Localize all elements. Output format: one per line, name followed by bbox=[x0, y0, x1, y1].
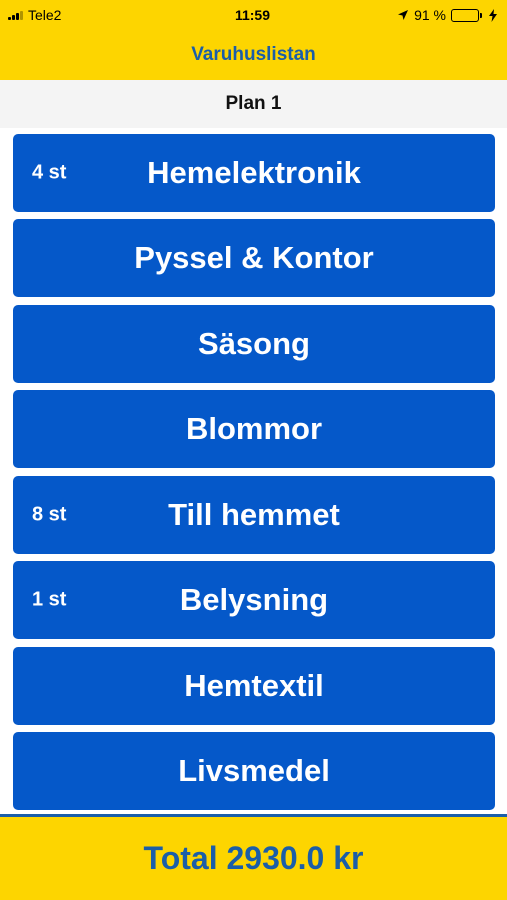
category-button-livsmedel[interactable]: Livsmedel bbox=[13, 732, 495, 810]
category-label: Hemtextil bbox=[184, 668, 324, 703]
status-bar: Tele2 11:59 91 % bbox=[0, 0, 507, 30]
carrier-name: Tele2 bbox=[28, 7, 62, 23]
category-count: 4 st bbox=[32, 161, 67, 184]
category-label: Till hemmet bbox=[168, 497, 340, 532]
charging-bolt-icon bbox=[488, 8, 497, 22]
navigation-bar: Varuhuslistan bbox=[0, 30, 507, 80]
status-bar-right: 91 % bbox=[337, 7, 497, 23]
category-label: Belysning bbox=[179, 582, 329, 617]
signal-icon bbox=[8, 10, 23, 20]
total-amount: Total 2930.0 kr bbox=[143, 840, 364, 876]
plan-header: Plan 1 bbox=[0, 80, 507, 128]
category-button-pyssel-kontor[interactable]: Pyssel & Kontor bbox=[13, 219, 495, 297]
category-label: Hemelektronik bbox=[147, 155, 361, 190]
status-bar-left: Tele2 bbox=[8, 7, 168, 23]
nav-title: Varuhuslistan bbox=[191, 44, 316, 65]
status-time: 11:59 bbox=[234, 7, 271, 23]
battery-icon bbox=[450, 8, 482, 22]
category-count: 8 st bbox=[32, 503, 67, 526]
category-label: Livsmedel bbox=[178, 753, 330, 788]
category-button-hemelektronik[interactable]: 4 st Hemelektronik bbox=[13, 134, 495, 212]
category-button-blommor[interactable]: Blommor bbox=[13, 390, 495, 468]
battery-percent: 91 % bbox=[414, 7, 446, 23]
total-footer: Total 2930.0 kr bbox=[0, 814, 507, 900]
category-button-belysning[interactable]: 1 st Belysning bbox=[13, 561, 495, 639]
location-arrow-icon bbox=[398, 10, 409, 20]
category-label: Pyssel & Kontor bbox=[134, 240, 374, 275]
category-count: 1 st bbox=[32, 588, 67, 611]
category-button-hemtextil[interactable]: Hemtextil bbox=[13, 647, 495, 725]
category-button-sasong[interactable]: Säsong bbox=[13, 305, 495, 383]
category-label: Säsong bbox=[198, 326, 310, 361]
category-button-till-hemmet[interactable]: 8 st Till hemmet bbox=[13, 476, 495, 554]
category-label: Blommor bbox=[185, 411, 323, 446]
